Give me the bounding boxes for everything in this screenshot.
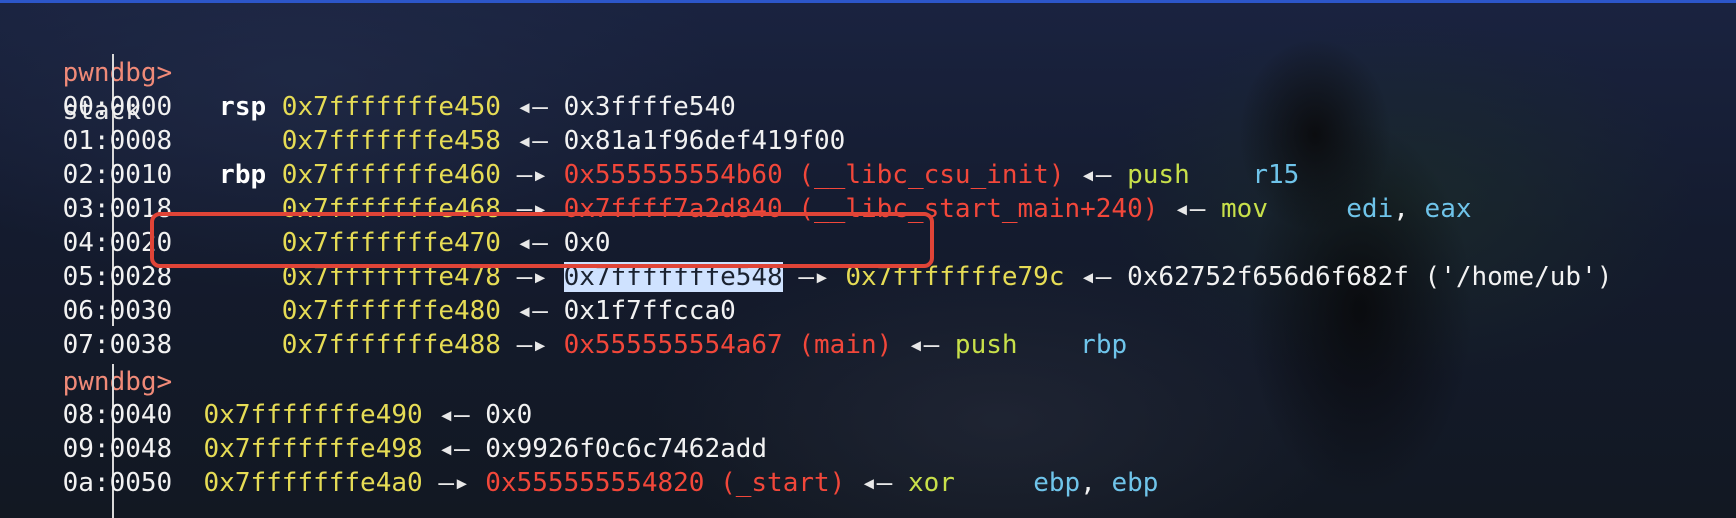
operand-register: ebp: [1033, 468, 1081, 498]
stack-row: 08:0040 0x7fffffffe490 ◂— 0x0: [0, 358, 533, 430]
operand-register: ebp: [1111, 468, 1159, 498]
prompt-line[interactable]: pwndbg> stack: [0, 16, 173, 126]
stack-row: 01:0008 0x7fffffffe458 ◂— 0x81a1f96def41…: [0, 84, 846, 156]
code-pointer: 0x555555554a67 (main): [563, 330, 893, 360]
stack-row: 0a:0050 0x7fffffffe4a0 —▸ 0x555555554820…: [62, 468, 1159, 498]
stack-row: 03:0018 0x7fffffffe468 —▸ 0x7ffff7a2d840…: [62, 194, 1472, 224]
deref-arrow: ◂—: [860, 468, 893, 498]
stack-offset: 0a:0050: [62, 468, 173, 498]
deref-arrow: —▸: [516, 330, 548, 360]
stack-address: 0x7fffffffe4a0: [203, 468, 423, 498]
code-pointer: 0x555555554820 (_start): [485, 468, 846, 498]
instruction: push: [954, 330, 1018, 360]
window-top-border: [0, 0, 1736, 3]
stack-row: 00:0000 rsp 0x7fffffffe450 ◂— 0x3ffffe54…: [0, 50, 736, 122]
instruction: xor: [907, 468, 955, 498]
operand-register: rbp: [1080, 330, 1128, 360]
stack-value: 0x62752f656d6f682f ('/home/ub'): [1127, 262, 1613, 292]
stack-row: 09:0048 0x7fffffffe498 ◂— 0x9926f0c6c746…: [0, 392, 767, 464]
stack-address: 0x7fffffffe488: [281, 330, 501, 360]
deref-arrow: —▸: [438, 468, 470, 498]
stack-row: 06:0030 0x7fffffffe480 ◂— 0x1f7ffcca0: [0, 254, 736, 326]
terminal-window[interactable]: pwndbg> stack 00:0000 rsp 0x7fffffffe450…: [0, 0, 1736, 518]
deref-arrow: ◂—: [907, 330, 940, 360]
stack-row: 07:0038 0x7fffffffe488 —▸ 0x555555554a67…: [0, 288, 1128, 360]
stack-row: 02:0010 rbp 0x7fffffffe460 —▸ 0x55555555…: [0, 118, 1300, 190]
